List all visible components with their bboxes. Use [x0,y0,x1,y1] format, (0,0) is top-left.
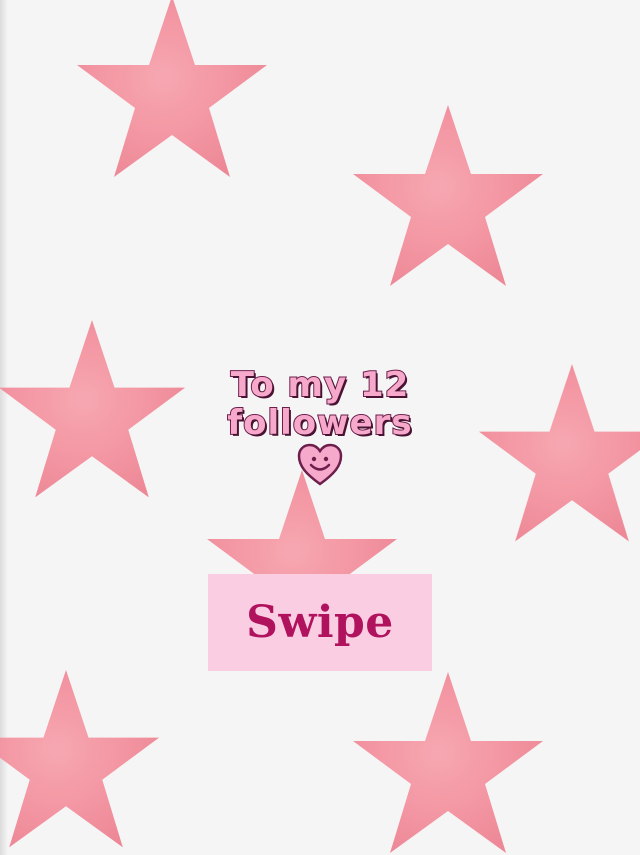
smiley-heart-icon [297,443,343,486]
star-icon [77,0,267,177]
swipe-label: Swipe [246,597,394,648]
headline-line-1: To my 12 [230,365,410,405]
story-slide: To my 12 followers Swipe [0,0,640,855]
star-icon [353,672,543,853]
headline: To my 12 followers [140,365,500,443]
star-icon [353,105,543,286]
star-icon [478,364,640,542]
star-icon [0,670,160,848]
headline-line-2: followers [226,403,413,443]
swipe-label-box: Swipe [208,574,432,671]
